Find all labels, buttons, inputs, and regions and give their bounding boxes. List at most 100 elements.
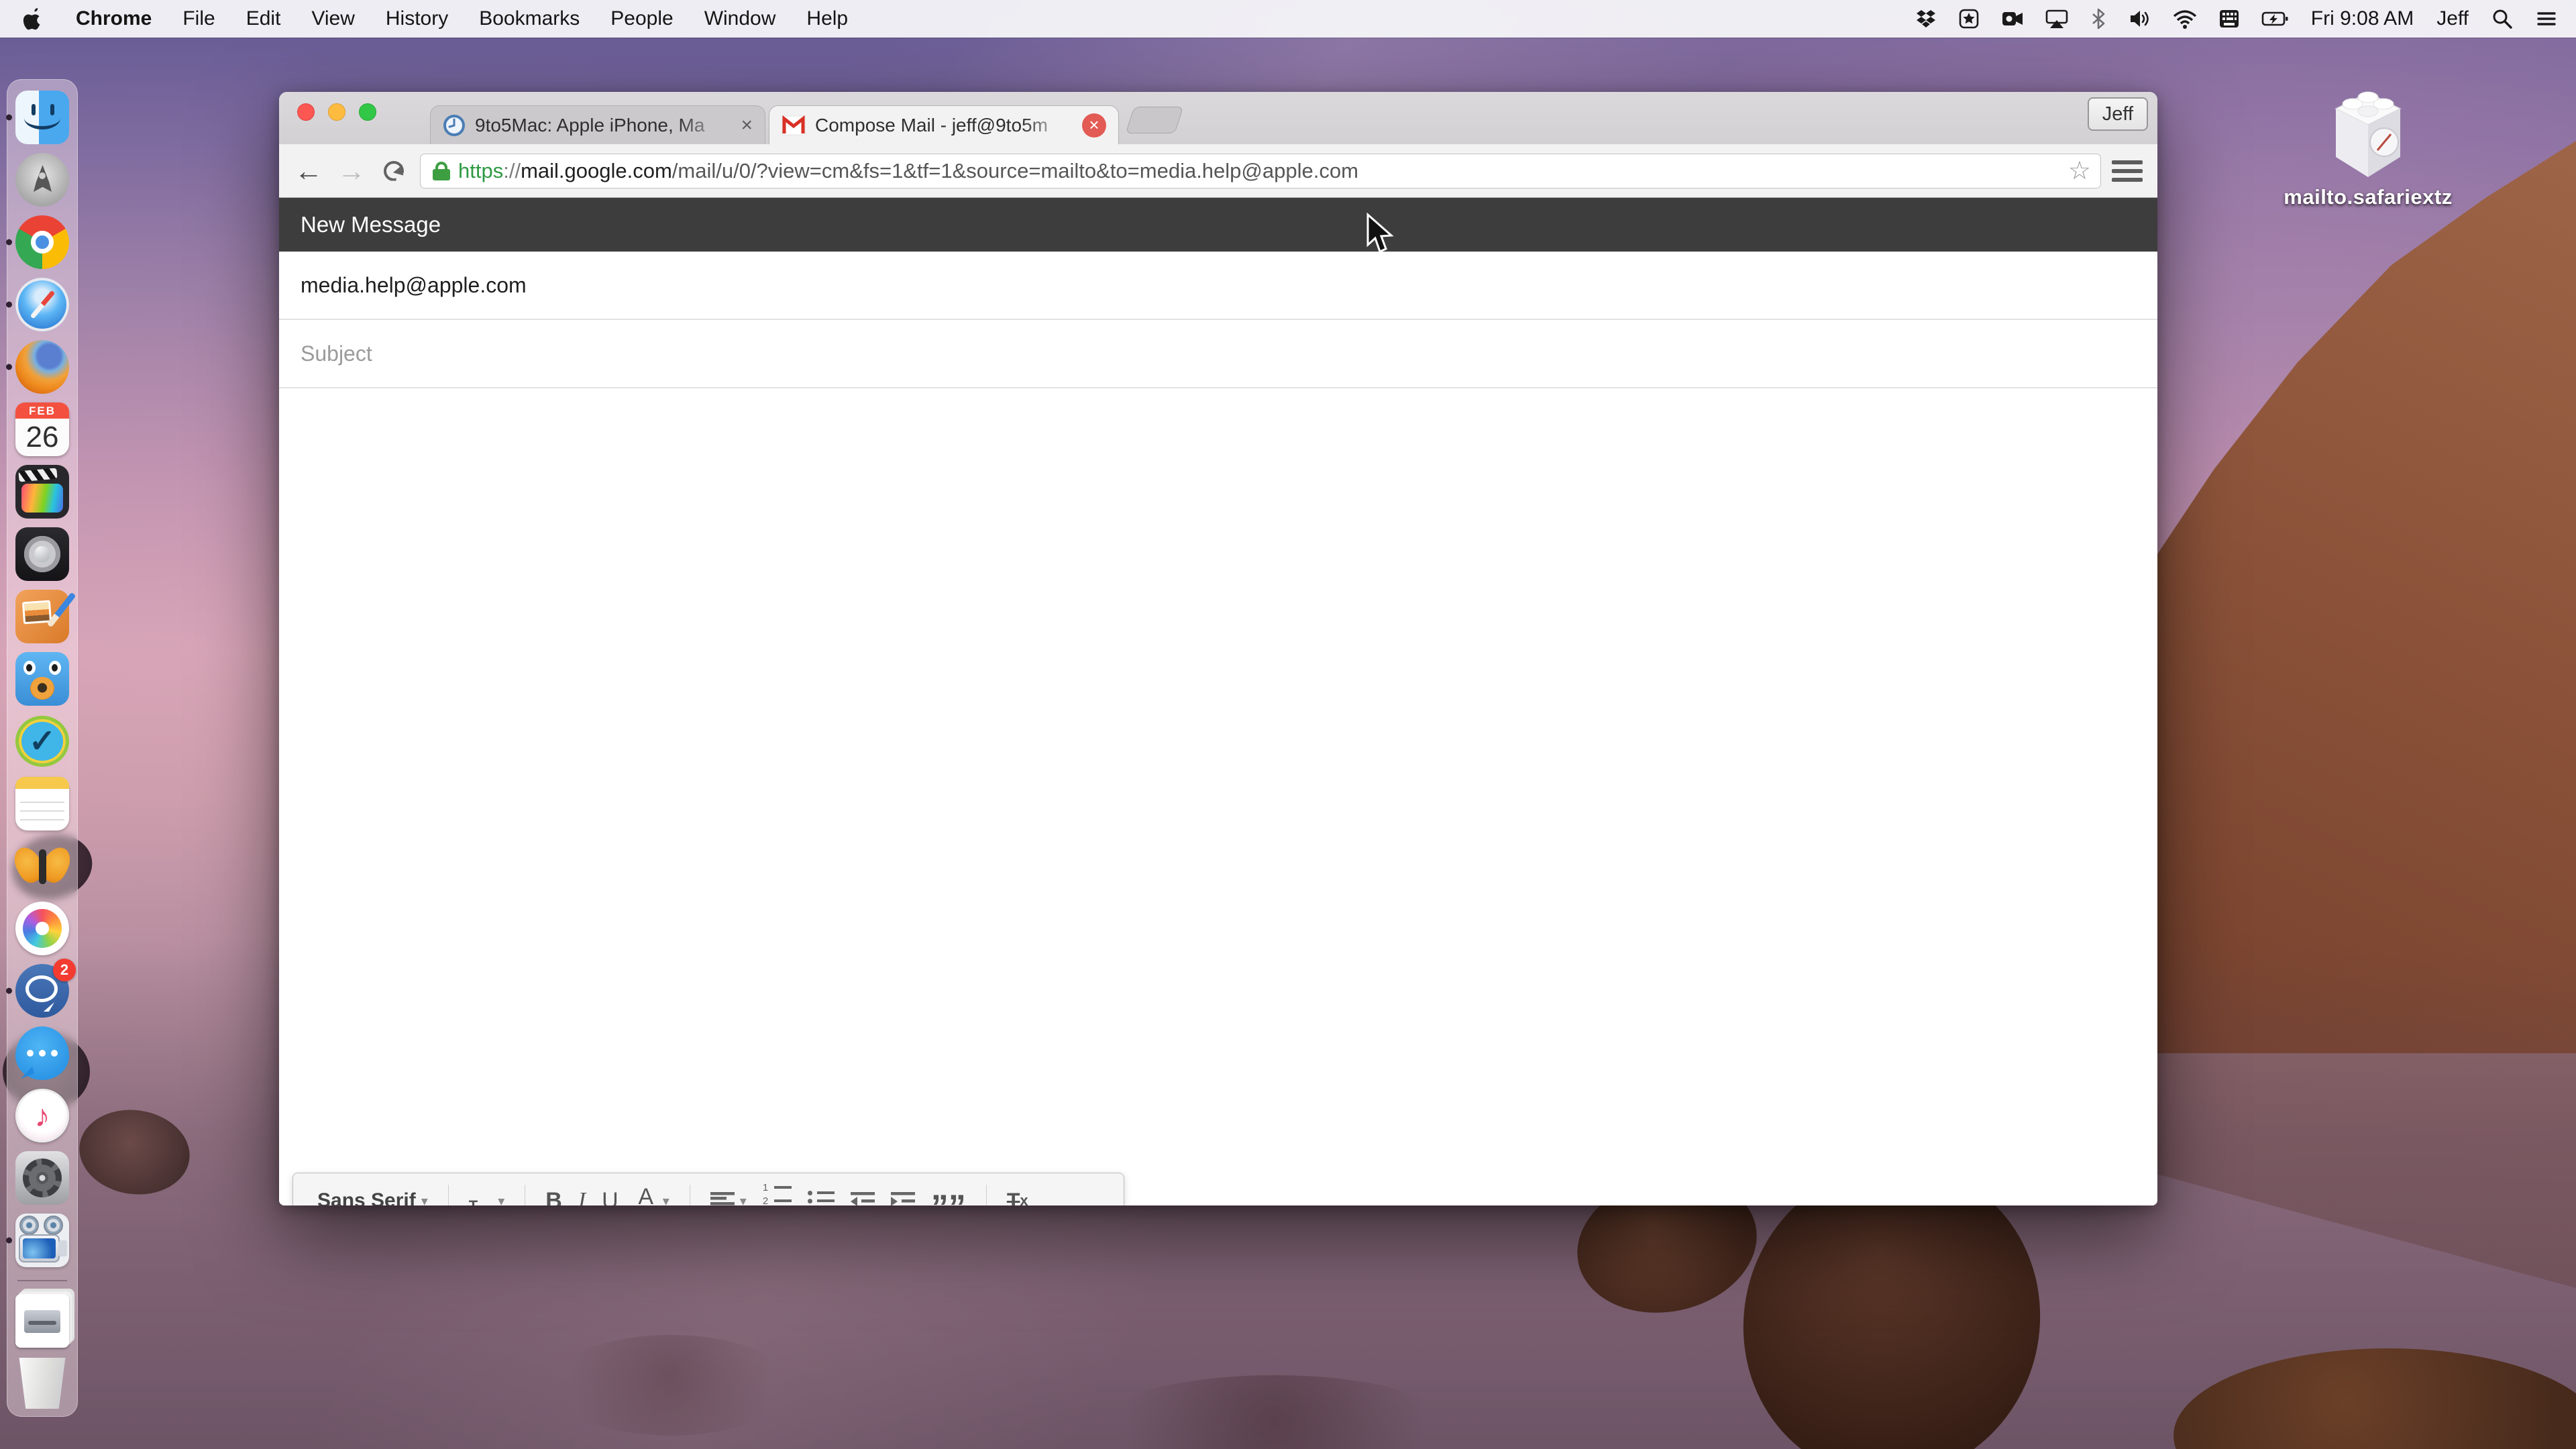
macos-menu-bar: Chrome File Edit View History Bookmarks Peopl… [0,0,2576,38]
menu-view[interactable]: View [296,0,370,38]
numbered-list-button[interactable]: 1 2 3 [755,1173,800,1205]
menu-clock[interactable]: Fri 9:08 AM [2311,7,2414,30]
desktop-file-mailto-safariextz[interactable]: mailto.safariextz [2274,87,2462,209]
italic-button[interactable]: I [570,1173,594,1205]
bluetooth-icon[interactable] [2090,0,2107,38]
dock-item-final-cut-pro[interactable] [15,465,69,519]
apple-menu[interactable] [0,7,60,31]
subject-field[interactable] [279,320,2157,388]
dock-item-notes[interactable] [15,777,69,830]
back-button[interactable]: ← [287,156,330,185]
quote-button[interactable]: ”” [923,1173,974,1205]
dock-item-butterfly-app[interactable] [9,839,76,893]
password-manager-icon[interactable] [1958,0,1980,38]
to-field[interactable]: media.help@apple.com [279,252,2157,320]
forward-button[interactable]: → [330,156,373,185]
to-recipient[interactable]: media.help@apple.com [301,273,527,298]
menu-file[interactable]: File [167,0,230,38]
window-zoom-button[interactable] [359,103,376,121]
airplay-icon[interactable] [2045,0,2068,38]
gmail-compose-page: New Message media.help@apple.com Sans Se… [279,198,2157,1205]
dock-item-firefox[interactable] [6,340,69,394]
notification-center-icon[interactable] [2536,0,2557,38]
dock-item-finder[interactable] [6,91,69,144]
tab-title: Compose Mail - jeff@9to5m [815,114,1048,136]
url-text: https://mail.google.com/mail/u/0/?view=c… [458,158,1358,182]
dock-item-chat-app[interactable]: 2 [6,959,76,1018]
indent-more-button[interactable] [883,1173,923,1205]
apple-logo-icon [23,8,40,30]
message-body[interactable] [279,390,2157,1071]
align-icon [710,1191,735,1205]
dock-item-safari[interactable] [6,278,69,331]
screen-record-icon[interactable] [2001,0,2024,38]
menu-help[interactable]: Help [791,0,863,38]
battery-icon[interactable] [2261,0,2288,38]
keyboard-icon[interactable] [2218,0,2240,38]
dock-item-todo-app[interactable]: ✓ [15,714,69,768]
dock-item-trash[interactable] [15,1356,69,1410]
volume-icon[interactable] [2129,0,2151,38]
menu-edit[interactable]: Edit [231,0,297,38]
bulleted-list-icon [807,1190,835,1206]
tab-title: 9to5Mac: Apple iPhone, Ma [475,114,705,136]
tab-close-icon[interactable]: × [741,115,753,136]
reload-button[interactable] [382,160,409,182]
compose-header[interactable]: New Message [279,198,2157,252]
indent-less-icon [850,1191,875,1205]
dock-item-calendar[interactable]: FEB 26 [15,402,69,456]
text-color-button[interactable]: A ▾ [627,1173,678,1205]
dropbox-icon[interactable] [1915,0,1937,38]
chrome-menu-button[interactable] [2112,160,2143,182]
tab-close-button-hover[interactable]: × [1082,113,1106,138]
indent-less-button[interactable] [843,1173,883,1205]
https-lock-icon[interactable] [433,160,450,182]
dock-item-documents-stack[interactable] [15,1294,69,1348]
menu-bookmarks[interactable]: Bookmarks [464,0,595,38]
tab-compose-mail[interactable]: Compose Mail - jeff@9to5m × [769,105,1119,144]
dock-item-launchpad[interactable] [15,153,69,207]
gmail-favicon [782,115,806,135]
bulleted-list-button[interactable] [800,1173,843,1205]
menu-people[interactable]: People [595,0,688,38]
underline-button[interactable]: U [594,1173,627,1206]
running-indicator [6,364,12,370]
window-minimize-button[interactable] [328,103,345,121]
chrome-window: 9to5Mac: Apple iPhone, Ma × Compose Mail… [279,92,2157,1205]
dock-item-messages[interactable] [15,1026,69,1080]
bookmark-star-icon[interactable]: ☆ [2060,156,2091,186]
remove-formatting-button[interactable]: Tx [999,1173,1036,1206]
dock-item-photos[interactable] [15,902,69,955]
window-close-button[interactable] [297,103,315,121]
tab-9to5mac[interactable]: 9to5Mac: Apple iPhone, Ma × [430,105,765,144]
notification-badge: 2 [53,959,76,981]
font-family-button[interactable]: Sans Serif ▾ [309,1173,436,1205]
menu-user[interactable]: Jeff [2436,7,2469,30]
dock-item-tweetbot[interactable] [15,652,69,706]
dock-item-itunes[interactable]: ♪ [15,1089,69,1142]
tab-close-icon[interactable]: × [1082,113,1106,138]
compose-header-title: New Message [301,212,441,237]
menu-window[interactable]: Window [689,0,792,38]
font-size-button[interactable]: T T ▾ [461,1173,513,1206]
clock-favicon [443,114,465,136]
profile-button[interactable]: Jeff [2087,97,2148,131]
running-indicator [6,114,12,121]
dock-item-pixelmator[interactable] [15,590,76,643]
dock-item-screen-recorder[interactable] [6,1214,69,1267]
subject-input[interactable] [301,341,1972,366]
numbered-list-icon: 1 2 3 [763,1183,792,1205]
indent-more-icon [890,1191,915,1205]
bold-button[interactable]: B [537,1173,570,1206]
address-bar[interactable]: https://mail.google.com/mail/u/0/?view=c… [420,153,2101,189]
align-button[interactable]: ▾ [702,1173,755,1205]
dock-item-chrome[interactable] [6,215,69,269]
dock-item-logic-pro[interactable] [15,527,69,581]
menu-app-name[interactable]: Chrome [60,0,167,38]
new-tab-button[interactable] [1125,107,1184,133]
menu-history[interactable]: History [370,0,464,38]
desktop-file-label: mailto.safariextz [2284,185,2453,209]
spotlight-search-icon[interactable] [2491,0,2513,38]
dock-item-system-preferences[interactable] [15,1151,69,1205]
wifi-icon[interactable] [2173,0,2197,38]
